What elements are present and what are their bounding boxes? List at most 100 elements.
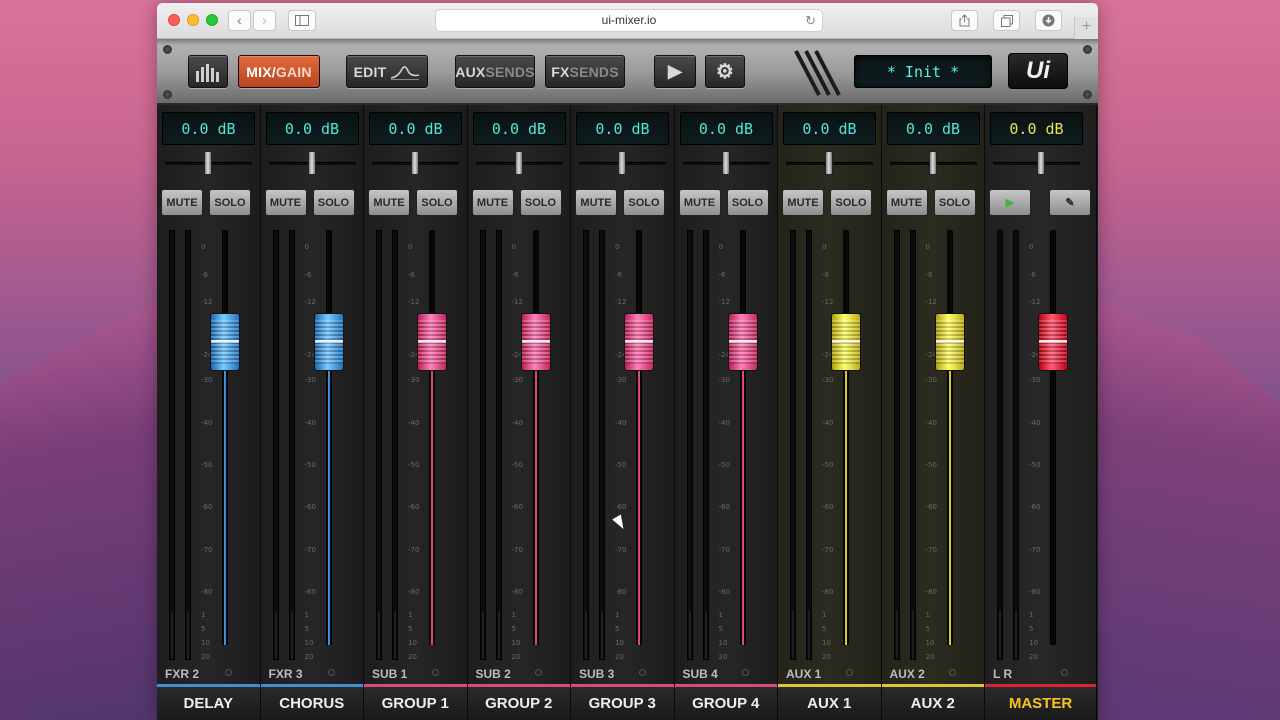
master-edit-button[interactable]: ✎ — [1049, 189, 1091, 216]
pan-knob[interactable] — [204, 151, 212, 175]
downloads-icon[interactable] — [1035, 10, 1062, 31]
level-meter — [1013, 230, 1019, 660]
scale-mark: 10 — [925, 639, 935, 647]
channel-link-dot[interactable] — [949, 669, 956, 676]
channel-name[interactable]: AUX 1 — [778, 687, 881, 720]
pan-knob[interactable] — [307, 151, 316, 175]
solo-button[interactable]: SOLO — [519, 189, 562, 216]
solo-button[interactable]: SOLO — [416, 189, 458, 216]
gain-display[interactable]: 0.0 dB — [576, 112, 669, 145]
scale-mark: -30 — [718, 376, 730, 384]
pan-knob[interactable] — [618, 151, 626, 175]
fader-cap[interactable] — [313, 313, 344, 371]
fader-cap[interactable] — [934, 313, 965, 371]
zoom-window-button[interactable] — [206, 14, 218, 26]
mute-button[interactable]: MUTE — [575, 189, 617, 216]
channel-link-dot[interactable] — [638, 669, 646, 676]
fader-cap[interactable] — [210, 313, 240, 371]
channel-id: FXR 2 — [165, 667, 200, 681]
level-meter — [288, 230, 295, 660]
channel-name[interactable]: MASTER — [985, 687, 1096, 720]
mix-gain-button[interactable]: MIX/GAIN — [238, 55, 320, 88]
channel-name[interactable]: GROUP 3 — [571, 687, 674, 720]
pan-knob[interactable] — [1037, 151, 1045, 175]
preset-display[interactable]: * Init * — [854, 55, 992, 88]
forward-icon[interactable]: › — [253, 10, 276, 31]
close-window-button[interactable] — [168, 14, 180, 26]
tabs-overview-icon[interactable] — [993, 10, 1020, 31]
pan-knob[interactable] — [721, 151, 730, 175]
mute-button[interactable]: MUTE — [885, 189, 928, 216]
pan-knob[interactable] — [928, 151, 937, 175]
sidebar-toggle-icon[interactable] — [288, 10, 316, 31]
gain-display[interactable]: 0.0 dB — [369, 112, 462, 145]
fader-cap[interactable] — [727, 313, 758, 371]
settings-button[interactable]: ⚙ — [705, 55, 745, 88]
solo-button[interactable]: SOLO — [933, 189, 976, 216]
gain-display[interactable]: 0.0 dB — [472, 112, 566, 145]
solo-button[interactable]: SOLO — [830, 189, 872, 216]
channel-name[interactable]: DELAY — [157, 687, 260, 720]
gain-display[interactable]: 0.0 dB — [679, 112, 773, 145]
solo-button[interactable]: SOLO — [726, 189, 769, 216]
scale-mark: -40 — [615, 419, 627, 427]
mute-button[interactable]: MUTE — [678, 189, 721, 216]
solo-button[interactable]: SOLO — [312, 189, 355, 216]
back-icon[interactable]: ‹ — [228, 10, 251, 31]
channel-link-dot[interactable] — [431, 669, 439, 676]
channel-name[interactable]: AUX 2 — [881, 687, 984, 720]
channel-name[interactable]: GROUP 2 — [467, 687, 570, 720]
play-button[interactable]: ▶ — [654, 55, 696, 88]
fader-track[interactable] — [1050, 230, 1056, 645]
reload-icon[interactable]: ↻ — [805, 10, 816, 31]
channel-strip: 0.0 dB MUTE SOLO 0 -6 -12 -24 -30 -40 -50 -60 -70 -8… — [881, 105, 985, 720]
level-meter — [479, 230, 486, 660]
mute-button[interactable]: MUTE — [471, 189, 514, 216]
scale-mark: -70 — [304, 546, 316, 554]
pan-knob[interactable] — [514, 151, 523, 175]
solo-button[interactable]: SOLO — [623, 189, 665, 216]
fader-cap[interactable] — [831, 313, 861, 371]
gain-display[interactable]: 0.0 dB — [783, 112, 876, 145]
address-bar[interactable]: ui-mixer.io ↻ — [435, 9, 823, 32]
gain-display[interactable]: 0.0 dB — [265, 112, 359, 145]
edit-button[interactable]: EDIT — [346, 55, 428, 88]
channel-name[interactable]: GROUP 1 — [364, 687, 467, 720]
scale-mark: 20 — [408, 653, 417, 661]
channel-name[interactable]: GROUP 4 — [674, 687, 777, 720]
ui-logo[interactable]: Ui — [1008, 53, 1068, 89]
mute-button[interactable]: MUTE — [782, 189, 824, 216]
channel-link-dot[interactable] — [742, 669, 749, 676]
master-play-button[interactable]: ▶ — [989, 189, 1031, 216]
channel-link-dot[interactable] — [845, 669, 853, 676]
mute-button[interactable]: MUTE — [368, 189, 410, 216]
meters-view-button[interactable] — [188, 55, 228, 88]
fader-cap[interactable] — [520, 313, 551, 371]
share-icon[interactable] — [951, 10, 978, 31]
channel-link-dot[interactable] — [328, 669, 335, 676]
channel-link-dot[interactable] — [224, 669, 232, 676]
pan-knob[interactable] — [411, 151, 419, 175]
new-tab-button[interactable]: + — [1074, 17, 1098, 39]
scale-mark: -12 — [925, 298, 937, 306]
mute-button[interactable]: MUTE — [161, 189, 203, 216]
channel-link-dot[interactable] — [535, 669, 542, 676]
gain-display[interactable]: 0.0 dB — [886, 112, 980, 145]
pan-knob[interactable] — [825, 151, 833, 175]
fx-sends-label: SENDS — [569, 63, 619, 80]
scale-mark: -80 — [1029, 588, 1041, 596]
scale-mark: 20 — [925, 653, 935, 661]
gain-display[interactable]: 0.0 dB — [162, 112, 255, 145]
mute-button[interactable]: MUTE — [264, 189, 307, 216]
channel-name[interactable]: CHORUS — [260, 687, 363, 720]
minimize-window-button[interactable] — [187, 14, 199, 26]
solo-button[interactable]: SOLO — [209, 189, 251, 216]
fader-cap[interactable] — [624, 313, 654, 371]
scale-mark: -70 — [408, 546, 420, 554]
fader-cap[interactable] — [417, 313, 447, 371]
gain-display[interactable]: 0.0 dB — [990, 112, 1083, 145]
aux-sends-button[interactable]: AUX SENDS — [455, 55, 535, 88]
fx-sends-button[interactable]: FX SENDS — [545, 55, 625, 88]
fader-cap[interactable] — [1038, 313, 1068, 371]
channel-link-dot[interactable] — [1061, 669, 1068, 676]
